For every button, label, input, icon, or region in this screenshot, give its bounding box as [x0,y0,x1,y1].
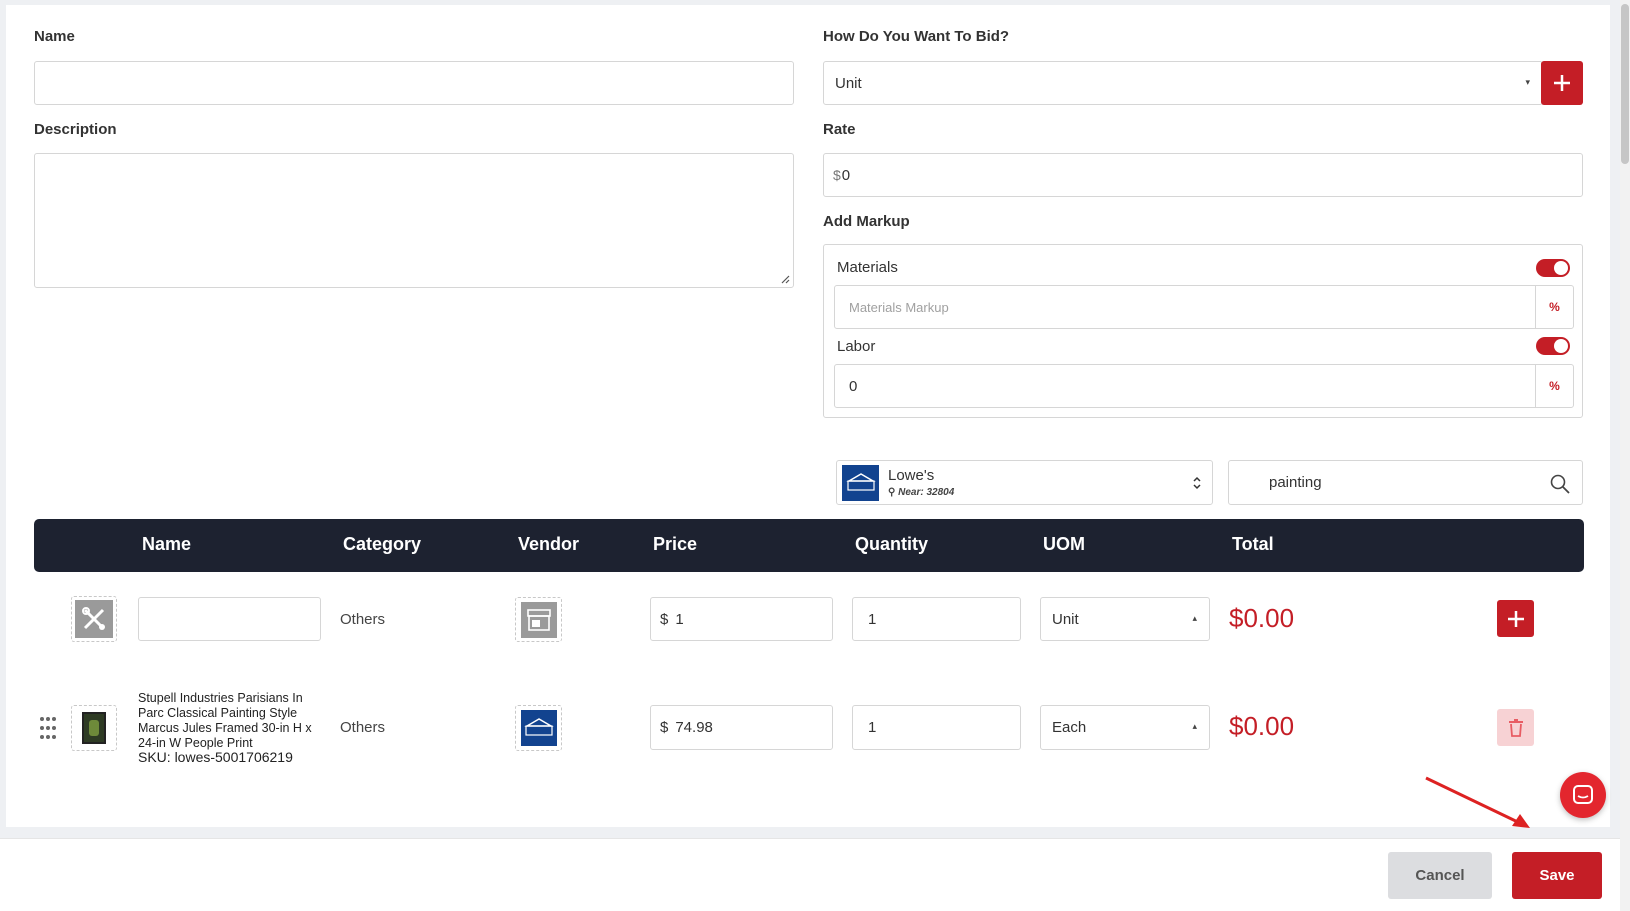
materials-percent-addon: % [1535,286,1573,328]
add-item-button[interactable] [1497,600,1534,637]
item-category: Others [340,719,386,736]
item-price-value: 1 [675,610,684,628]
caret-down-icon: ▴ [1192,613,1197,623]
item-price-input[interactable]: $ 1 [650,597,833,641]
price-currency-prefix: $ [660,719,669,736]
column-header-category: Category [343,534,422,554]
table-header: Name Category Vendor Price Quantity UOM … [34,519,1584,572]
vendor-thumbnail [515,597,562,642]
column-header-uom: UOM [1043,534,1085,554]
price-currency-prefix: $ [660,610,669,628]
name-label: Name [34,28,75,45]
up-down-chevron-icon [1193,476,1201,490]
column-header-vendor: Vendor [518,534,580,554]
item-name-text: Stupell Industries Parisians In Parc Cla… [138,691,312,750]
item-total: $0.00 [1229,711,1295,741]
labor-value: 0 [849,377,858,395]
item-sku: SKU: lowes-5001706219 [138,749,293,765]
column-header-total: Total [1232,534,1274,554]
bid-label: How Do You Want To Bid? [823,28,1010,45]
lowes-logo-icon [523,718,554,736]
rate-input[interactable]: $ 0 [823,153,1583,197]
vendor-near-location: ⚲ Near: 32804 [888,487,954,498]
lowes-logo [520,710,557,746]
labor-percent-addon: % [1535,365,1573,407]
vendor-name: Lowe's [888,467,935,484]
add-bid-button[interactable] [1541,61,1583,105]
caret-down-icon: ▾ [1525,77,1530,87]
labor-label: Labor [837,338,876,355]
annotation-arrow-icon [1425,776,1530,828]
materials-toggle[interactable] [1536,259,1570,277]
painting-image [82,712,106,744]
item-quantity-input[interactable]: 1 [852,597,1021,641]
description-label: Description [34,121,117,138]
scrollbar-thumb[interactable] [1621,4,1629,164]
rate-value: 0 [841,166,851,184]
toggle-knob [1554,261,1568,275]
tools-icon [75,600,113,638]
item-price-value: 74.98 [675,719,713,736]
rate-label: Rate [823,121,856,138]
name-input[interactable] [34,61,794,105]
item-price-input[interactable]: $ 74.98 [650,705,833,750]
location-pin-icon: ⚲ [888,487,896,498]
labor-toggle[interactable] [1536,337,1570,355]
bid-select[interactable]: Unit ▾ [823,61,1543,105]
footer-bar [0,838,1620,911]
cancel-button[interactable]: Cancel [1388,852,1492,899]
item-quantity-value: 1 [868,719,877,736]
search-input[interactable]: painting [1228,460,1583,505]
item-total: $0.00 [1229,603,1295,633]
item-quantity-value: 1 [868,610,877,628]
description-value [35,154,46,164]
resize-handle-icon[interactable] [780,274,790,284]
drag-handle-icon[interactable] [38,716,58,740]
lowes-logo [842,465,879,501]
item-uom-select[interactable]: Each ▴ [1040,705,1210,750]
item-name-input[interactable] [138,597,321,641]
save-button[interactable]: Save [1512,852,1602,899]
search-value: painting [1269,474,1322,491]
plus-icon [1507,610,1524,627]
materials-label: Materials [837,259,898,276]
chat-icon [1573,785,1593,804]
bid-select-value: Unit [835,74,862,92]
delete-item-button[interactable] [1497,709,1534,746]
item-category: Others [340,611,386,628]
trash-icon [1508,718,1523,737]
column-header-quantity: Quantity [855,534,929,554]
vendor-select[interactable]: Lowe's ⚲ Near: 32804 [836,460,1213,505]
item-uom-value: Unit [1052,610,1079,628]
item-uom-select[interactable]: Unit ▴ [1040,597,1210,641]
materials-placeholder: Materials Markup [849,299,949,315]
lowes-logo-icon [845,473,876,491]
item-uom-value: Each [1052,719,1087,736]
materials-markup-input[interactable]: Materials Markup % [834,285,1574,329]
item-thumbnail [71,596,117,642]
store-icon [520,601,557,638]
item-quantity-input[interactable]: 1 [852,705,1021,750]
column-header-name: Name [142,534,192,554]
description-textarea[interactable] [34,153,794,288]
caret-down-icon: ▴ [1192,721,1197,731]
toggle-knob [1554,339,1568,353]
markup-label: Add Markup [823,213,910,230]
item-thumbnail [71,705,117,751]
vendor-thumbnail [515,705,562,751]
plus-icon [1554,75,1570,91]
markup-box: Materials Materials Markup % Labor 0 % [823,244,1583,418]
chat-launcher-button[interactable] [1560,772,1606,818]
column-header-price: Price [653,534,698,554]
labor-markup-input[interactable]: 0 % [834,364,1574,408]
search-icon[interactable] [1550,474,1570,494]
vendor-near-text: Near: 32804 [898,487,955,498]
rate-currency-prefix: $ [833,167,841,183]
